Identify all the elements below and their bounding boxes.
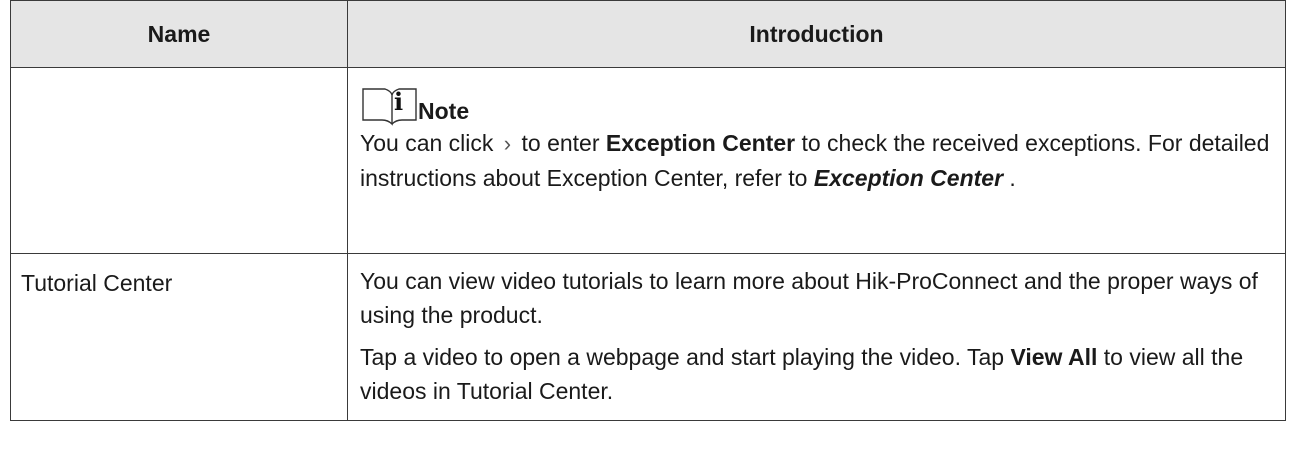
tutorial-paragraph-2: Tap a video to open a webpage and start … <box>360 340 1273 408</box>
exception-center-term: Exception Center <box>605 130 796 156</box>
tutorial-paragraph-1: You can view video tutorials to learn mo… <box>360 268 1258 328</box>
row-name-cell: Tutorial Center <box>10 253 348 421</box>
note-header: i Note <box>360 80 1273 126</box>
note-book-icon: i <box>360 86 418 126</box>
row-name-cell <box>10 67 348 254</box>
note-text-before: You can click <box>360 130 494 156</box>
table-row: i Note You can click › to enter Exceptio… <box>10 67 1286 254</box>
chevron-right-icon: › <box>503 131 512 156</box>
note-end: . <box>1009 165 1016 191</box>
table-header-row: Name Introduction <box>10 0 1286 68</box>
note-label: Note <box>418 98 470 124</box>
svg-text:i: i <box>394 87 403 116</box>
document-table: Name Introduction i Note You can click ›… <box>10 0 1286 421</box>
note-text: You can click › to enter Exception Cente… <box>360 126 1273 195</box>
exception-center-link[interactable]: Exception Center <box>814 165 1003 191</box>
table-row: Tutorial Center You can view video tutor… <box>10 253 1286 421</box>
header-name: Name <box>10 0 348 68</box>
note-text-mid: to enter <box>521 130 600 156</box>
view-all-term: View All <box>1010 344 1098 370</box>
row-intro-cell: i Note You can click › to enter Exceptio… <box>347 67 1286 254</box>
header-introduction: Introduction <box>347 0 1286 68</box>
tutorial-p2-before: Tap a video to open a webpage and start … <box>360 344 1005 370</box>
row-intro-cell: You can view video tutorials to learn mo… <box>347 253 1286 421</box>
